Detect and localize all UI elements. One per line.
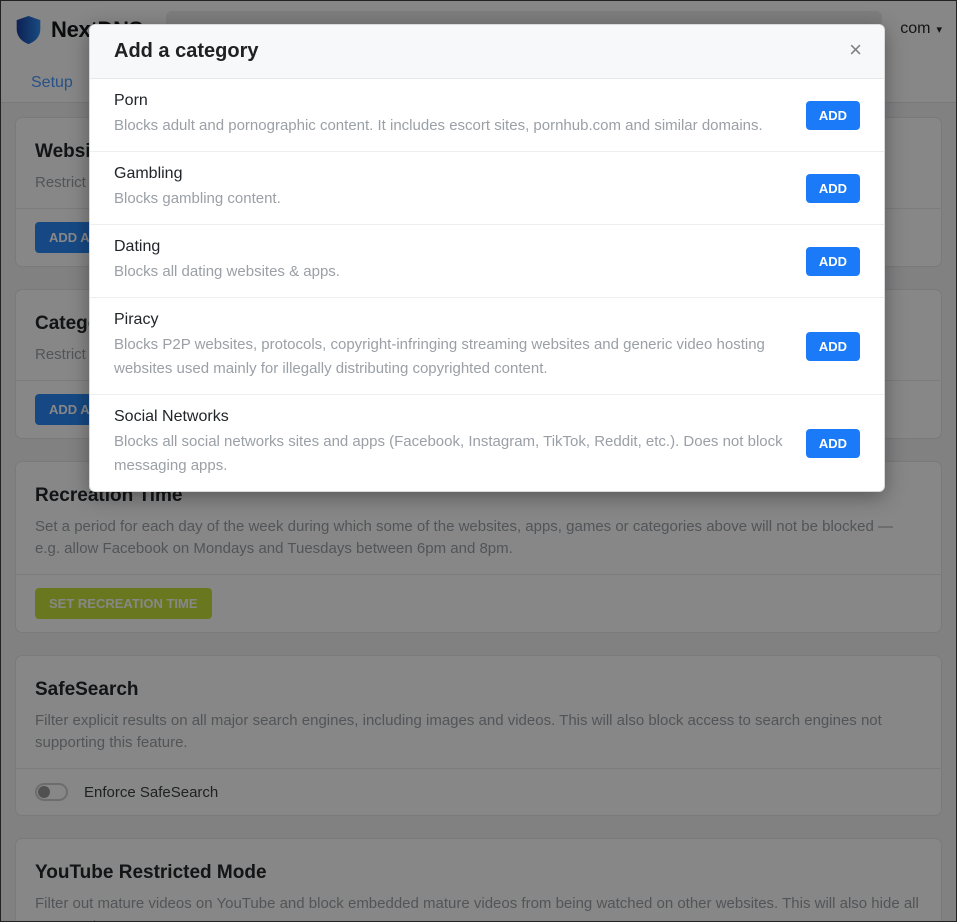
add-button[interactable]: ADD bbox=[806, 247, 860, 276]
modal-header: Add a category × bbox=[90, 25, 884, 79]
add-button[interactable]: ADD bbox=[806, 332, 860, 361]
category-description: Blocks adult and pornographic content. I… bbox=[114, 114, 788, 138]
category-list: Porn Blocks adult and pornographic conte… bbox=[90, 79, 884, 491]
category-name: Dating bbox=[114, 238, 788, 256]
modal-title: Add a category bbox=[114, 40, 258, 62]
category-description: Blocks all social networks sites and app… bbox=[114, 430, 788, 478]
nextdns-parental-control-page: NextDNS com ▾ Setup Websites Restrict AD… bbox=[0, 0, 957, 922]
add-button[interactable]: ADD bbox=[806, 174, 860, 203]
category-description: Blocks all dating websites & apps. bbox=[114, 260, 788, 284]
category-description: Blocks gambling content. bbox=[114, 187, 788, 211]
category-list-item: Porn Blocks adult and pornographic conte… bbox=[90, 79, 884, 151]
category-list-item: Dating Blocks all dating websites & apps… bbox=[90, 224, 884, 297]
add-button[interactable]: ADD bbox=[806, 429, 860, 458]
close-icon[interactable]: × bbox=[849, 39, 862, 61]
category-list-item: Piracy Blocks P2P websites, protocols, c… bbox=[90, 297, 884, 394]
category-list-item: Gambling Blocks gambling content. ADD bbox=[90, 151, 884, 224]
category-name: Gambling bbox=[114, 165, 788, 183]
add-category-modal: Add a category × Porn Blocks adult and p… bbox=[89, 24, 885, 492]
category-list-item: Social Networks Blocks all social networ… bbox=[90, 394, 884, 491]
category-name: Porn bbox=[114, 92, 788, 110]
add-button[interactable]: ADD bbox=[806, 101, 860, 130]
category-description: Blocks P2P websites, protocols, copyrigh… bbox=[114, 333, 788, 381]
category-name: Social Networks bbox=[114, 408, 788, 426]
category-name: Piracy bbox=[114, 311, 788, 329]
